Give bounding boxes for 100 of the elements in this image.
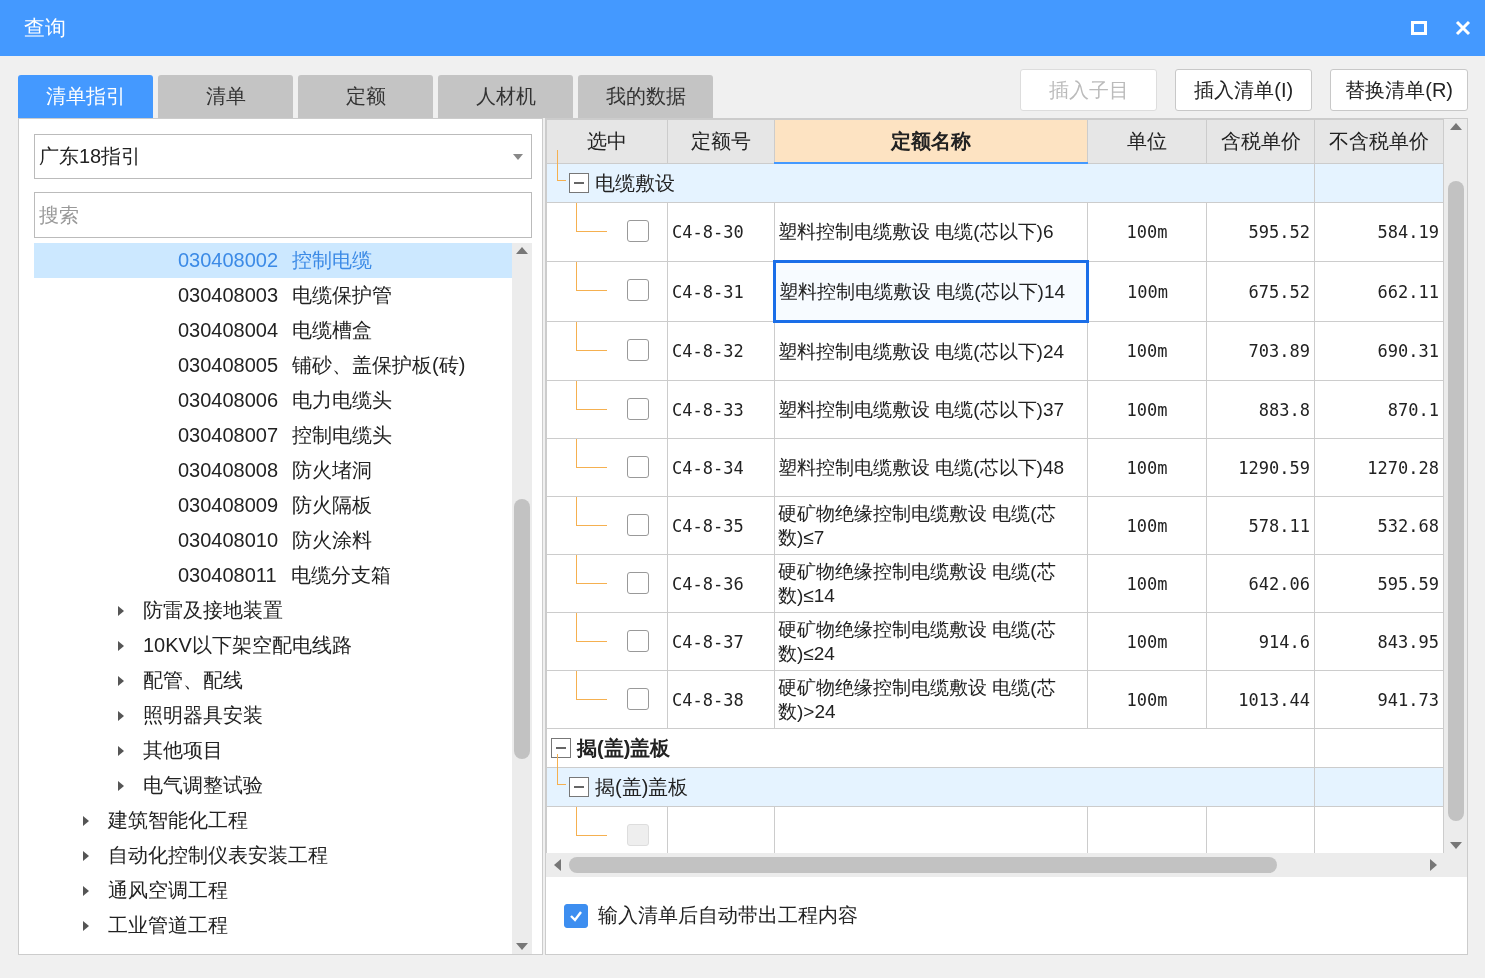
table-cell: C4-8-36 (672, 573, 744, 594)
scroll-up-icon[interactable] (516, 247, 528, 254)
column-header[interactable]: 单位 (1087, 119, 1207, 163)
table-cell: 941.73 (1377, 689, 1439, 710)
column-header[interactable]: 含税单价 (1206, 119, 1315, 163)
expand-arrow-icon[interactable] (82, 885, 90, 896)
tree-item[interactable]: 030408008 防火堵洞 (34, 453, 512, 488)
checkbox[interactable] (627, 279, 649, 301)
tree-item[interactable]: 电气调整试验 (34, 768, 512, 803)
expand-arrow-icon[interactable] (82, 920, 90, 931)
table-cell: 塑料控制电缆敷设 电缆(芯以下)24 (774, 321, 1088, 381)
close-icon[interactable] (1455, 20, 1471, 36)
guide-dropdown[interactable]: 广东18指引 (34, 134, 532, 179)
collapse-toggle-icon[interactable] (551, 738, 571, 758)
tree-item[interactable]: 030408009 防火隔板 (34, 488, 512, 523)
table-cell: 100m (1126, 573, 1168, 594)
scroll-down-icon[interactable] (1449, 842, 1462, 849)
table-cell: 硬矿物绝缘控制电缆敷设 电缆(芯数)>24 (774, 670, 1088, 729)
table-cell: 100m (1127, 281, 1168, 302)
tree-line (576, 439, 607, 468)
scrollbar[interactable] (1444, 119, 1467, 853)
checkbox-label: 输入清单后自动带出工程内容 (598, 903, 858, 928)
expand-arrow-icon[interactable] (117, 605, 125, 616)
table-cell: 100m (1126, 689, 1168, 710)
tree-item[interactable]: 通风空调工程 (34, 873, 512, 908)
table-cell: 1290.59 (1238, 457, 1310, 478)
expand-arrow-icon[interactable] (117, 780, 125, 791)
scrollbar[interactable] (512, 243, 532, 954)
table-cell: 100m (1126, 631, 1168, 652)
tree-item[interactable]: 建筑智能化工程 (34, 803, 512, 838)
tab[interactable]: 人材机 (438, 75, 573, 118)
column-header[interactable]: 定额名称 (774, 119, 1088, 163)
collapse-toggle-icon[interactable] (569, 173, 589, 193)
table-cell: 100m (1126, 515, 1168, 536)
scrollbar[interactable] (546, 853, 1467, 877)
expand-arrow-icon[interactable] (117, 710, 125, 721)
tree-line (576, 497, 607, 526)
table-cell: 595.59 (1377, 573, 1439, 594)
tab[interactable]: 我的数据 (578, 75, 713, 118)
scroll-up-icon[interactable] (1449, 123, 1462, 130)
group-label: 电缆敷设 (595, 170, 675, 196)
expand-arrow-icon[interactable] (117, 640, 125, 651)
tree-item[interactable]: 10KV以下架空配电线路 (34, 628, 512, 663)
scroll-left-icon[interactable] (554, 859, 561, 871)
table-cell: 100m (1126, 399, 1168, 420)
action-button[interactable]: 替换清单(R) (1330, 69, 1468, 111)
table-cell: 塑料控制电缆敷设 电缆(芯以下)37 (774, 380, 1088, 439)
maximize-icon[interactable] (1411, 21, 1427, 35)
tree-line (576, 671, 607, 700)
table-cell: 1013.44 (1238, 689, 1310, 710)
table-cell: 870.1 (1387, 399, 1439, 420)
table-cell: 662.11 (1377, 281, 1439, 302)
expand-arrow-icon[interactable] (82, 850, 90, 861)
checkbox[interactable] (627, 514, 649, 536)
tab[interactable]: 定额 (298, 75, 433, 118)
action-button[interactable]: 插入清单(I) (1175, 69, 1313, 111)
group-label: 揭(盖)盖板 (595, 774, 689, 800)
column-header[interactable]: 选中 (546, 119, 668, 163)
tree-item[interactable]: 030408003 电缆保护管 (34, 278, 512, 313)
tree-line (557, 753, 566, 785)
expand-arrow-icon[interactable] (82, 815, 90, 826)
tree-item[interactable]: 其他项目 (34, 733, 512, 768)
tree-item[interactable]: 030408011 电缆分支箱 (34, 558, 512, 593)
checkbox[interactable] (627, 688, 649, 710)
checkbox[interactable] (627, 220, 649, 242)
table-cell: C4-8-33 (672, 399, 744, 420)
checkbox[interactable] (627, 456, 649, 478)
tree-item[interactable]: 自动化控制仪表安装工程 (34, 838, 512, 873)
tree-item[interactable]: 030408007 控制电缆头 (34, 418, 512, 453)
tree-item[interactable]: 照明器具安装 (34, 698, 512, 733)
tree-item[interactable]: 030408006 电力电缆头 (34, 383, 512, 418)
checkbox[interactable] (627, 572, 649, 594)
tree-item[interactable]: 030408010 防火涂料 (34, 523, 512, 558)
scroll-down-icon[interactable] (516, 943, 528, 950)
table-cell: 914.6 (1258, 631, 1310, 652)
expand-arrow-icon[interactable] (117, 675, 125, 686)
table-cell: C4-8-35 (672, 515, 744, 536)
table-cell: 690.31 (1377, 341, 1439, 361)
tab[interactable]: 清单 (158, 75, 293, 118)
checkbox[interactable] (627, 339, 649, 361)
table-cell: 硬矿物绝缘控制电缆敷设 电缆(芯数)≤7 (774, 496, 1088, 555)
collapse-toggle-icon[interactable] (569, 777, 589, 797)
tree-item[interactable]: 030408005 铺砂、盖保护板(砖) (34, 348, 512, 383)
checkbox[interactable] (564, 903, 588, 928)
column-header[interactable]: 不含税单价 (1314, 119, 1444, 163)
scroll-right-icon[interactable] (1430, 859, 1437, 871)
table-cell: 100m (1126, 457, 1168, 478)
checkbox[interactable] (627, 398, 649, 420)
tree-item[interactable]: 配管、配线 (34, 663, 512, 698)
tree-item[interactable]: 防雷及接地装置 (34, 593, 512, 628)
table-cell: 100m (1126, 341, 1168, 361)
column-header[interactable]: 定额号 (667, 119, 775, 163)
tree-line (576, 555, 607, 584)
search-field[interactable]: 搜索 (34, 192, 532, 238)
expand-arrow-icon[interactable] (117, 745, 125, 756)
checkbox[interactable] (627, 630, 649, 652)
tree-item[interactable]: 工业管道工程 (34, 908, 512, 943)
tree-item[interactable]: 030408004 电缆槽盒 (34, 313, 512, 348)
table-cell: C4-8-38 (672, 689, 744, 710)
table-cell: C4-8-34 (672, 457, 744, 478)
